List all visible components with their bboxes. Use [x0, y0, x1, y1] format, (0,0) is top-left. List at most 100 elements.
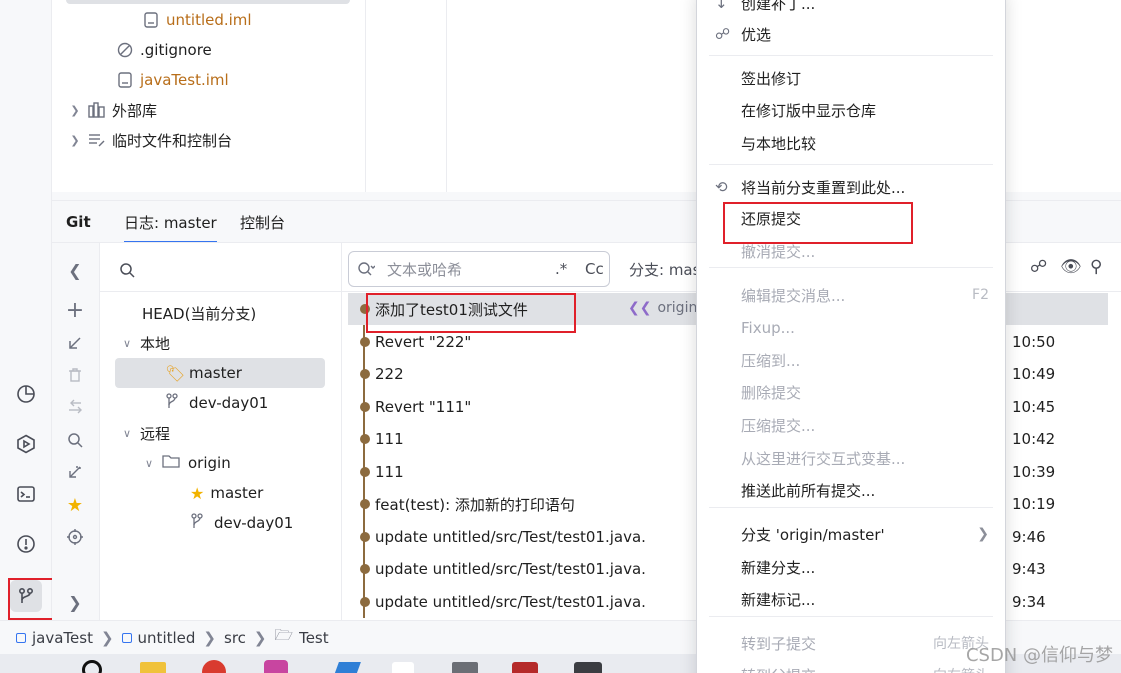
module-icon: [121, 632, 132, 643]
checkout-arrow-icon[interactable]: [64, 332, 86, 354]
tree-item-external-libraries[interactable]: ❯ 外部库: [68, 95, 157, 125]
current-branch-tag-icon: 🏷: [165, 363, 186, 383]
menu-item[interactable]: ☍ 优选: [709, 19, 993, 49]
chevron-right-icon[interactable]: ❯: [68, 134, 82, 147]
menu-item-label: 转到子提交: [741, 634, 817, 653]
match-case-toggle[interactable]: Cc: [585, 260, 604, 278]
search-icon[interactable]: [64, 429, 86, 451]
favorite-star-icon[interactable]: ★: [64, 494, 86, 516]
git-action-toolbar: ❮ + ★ ❯: [52, 243, 100, 621]
breadcrumb-item[interactable]: src: [224, 629, 246, 647]
chevron-down-icon[interactable]: ∨: [120, 337, 134, 350]
taskbar-app-icon[interactable]: [333, 662, 361, 673]
menu-item: Fixup...: [709, 313, 993, 343]
tree-item-gitignore[interactable]: .gitignore: [116, 35, 212, 65]
commit-node-icon: [360, 336, 370, 347]
folder-app-icon[interactable]: [140, 662, 166, 673]
branch-label: dev-day01: [214, 514, 294, 532]
expand-right-icon[interactable]: ❯: [64, 591, 86, 613]
menu-item[interactable]: 新建分支...: [709, 552, 993, 582]
tab-console[interactable]: 控制台: [240, 201, 285, 243]
commit-search-input[interactable]: 文本或哈希 .* Cc: [348, 251, 610, 287]
menu-item-shortcut: F2: [972, 287, 989, 303]
menu-item[interactable]: 分支 'origin/master' ❯: [709, 519, 993, 549]
branch-search-icon[interactable]: [116, 259, 138, 281]
commit-time: 10:49: [1012, 365, 1056, 383]
branch-filter-dropdown[interactable]: 分支: mas: [629, 259, 700, 280]
menu-separator: [709, 616, 993, 617]
taskbar-app-icon[interactable]: [392, 662, 414, 673]
chevron-right-icon: ❯: [203, 628, 216, 647]
collapse-left-icon[interactable]: ❮: [64, 259, 86, 281]
tree-item-label: .gitignore: [140, 41, 212, 59]
branch-label: master: [210, 484, 264, 502]
branch-group-remote[interactable]: ∨ 远程: [120, 418, 170, 448]
tab-log-master[interactable]: 日志: master: [124, 201, 217, 243]
taskbar-app-icon[interactable]: [82, 660, 102, 673]
commit-node-icon: [360, 369, 370, 379]
breadcrumb-item[interactable]: Test: [299, 629, 329, 647]
services-run-icon[interactable]: [10, 428, 42, 460]
submenu-chevron-icon: ❯: [977, 526, 989, 542]
branch-remote-dev-day01[interactable]: dev-day01: [190, 508, 293, 538]
tree-item-untitled-iml[interactable]: untitled.iml: [142, 5, 252, 35]
tree-item-label: 外部库: [112, 101, 158, 120]
terminal-icon[interactable]: [10, 478, 42, 510]
folder-icon: [162, 454, 182, 472]
branch-local-master[interactable]: 🏷 master: [115, 358, 325, 388]
cherry-pick-icon[interactable]: ☍: [1030, 257, 1047, 277]
favorite-star-icon: ★: [190, 483, 205, 503]
branch-icon: [190, 513, 208, 533]
chevron-down-icon[interactable]: ∨: [120, 427, 134, 440]
breadcrumb-item[interactable]: javaTest: [32, 629, 93, 647]
add-icon[interactable]: +: [64, 298, 86, 323]
commit-context-menu: ↧ 创建补丁... ☍ 优选签出修订 在修订版中显示仓库与本地比较 ⟲ 将当前分支重置到此处…: [696, 0, 1006, 673]
branch-local-dev-day01[interactable]: dev-day01: [165, 388, 268, 418]
tree-item-label: javaTest.iml: [140, 71, 229, 89]
commit-time: 10:50: [1012, 332, 1056, 351]
create-patch-icon: ↧: [715, 0, 728, 12]
regex-toggle[interactable]: .*: [555, 260, 567, 278]
browser-app-icon[interactable]: [202, 660, 226, 673]
reset-undo-icon: ⟲: [715, 178, 728, 196]
chevron-right-icon[interactable]: ❯: [68, 104, 82, 117]
menu-item[interactable]: 与本地比较: [709, 128, 993, 158]
branch-head[interactable]: HEAD(当前分支): [142, 298, 256, 328]
tree-item-javatest-iml[interactable]: javaTest.iml: [116, 65, 229, 95]
commit-node-icon: [360, 401, 370, 412]
menu-item-label: 分支 'origin/master': [741, 525, 885, 544]
locate-icon[interactable]: [64, 526, 86, 548]
eye-icon[interactable]: 👁: [1060, 257, 1082, 277]
remote-origin-folder[interactable]: ∨ origin: [142, 448, 231, 478]
ide-app-icon[interactable]: [264, 660, 288, 673]
problems-icon[interactable]: [10, 528, 42, 560]
delete-icon[interactable]: [64, 364, 86, 386]
taskbar-app-icon[interactable]: [574, 662, 602, 673]
menu-item[interactable]: 推送此前所有提交...: [709, 475, 993, 505]
search-icon[interactable]: ⚲: [1090, 257, 1102, 277]
tree-item-scratches[interactable]: ❯ 临时文件和控制台: [68, 125, 232, 155]
search-placeholder: 文本或哈希: [387, 260, 463, 279]
folder-label: origin: [188, 454, 231, 472]
taskbar-app-icon[interactable]: [452, 662, 478, 673]
chevron-down-icon[interactable]: ∨: [142, 457, 156, 470]
breadcrumb-item[interactable]: untitled: [138, 629, 196, 647]
profiler-pie-icon[interactable]: [10, 378, 42, 410]
branch-remote-master[interactable]: ★ master: [190, 478, 263, 508]
commit-message: 111: [375, 430, 404, 448]
menu-item[interactable]: 签出修订: [709, 63, 993, 93]
commit-message: 111: [375, 462, 404, 481]
commit-time: 10:19: [1012, 495, 1056, 513]
taskbar-app-icon[interactable]: [512, 662, 538, 673]
menu-item[interactable]: ↧ 创建补丁...: [709, 0, 993, 18]
branch-group-local[interactable]: ∨ 本地: [120, 328, 170, 358]
menu-item[interactable]: 在修订版中显示仓库: [709, 95, 993, 125]
update-arrow-icon[interactable]: [64, 461, 86, 483]
chevron-right-icon: ❯: [253, 628, 267, 647]
menu-item[interactable]: 新建标记...: [709, 584, 993, 614]
compare-icon[interactable]: [64, 396, 86, 418]
menu-item-label: 与本地比较: [741, 134, 817, 153]
branch-label: master: [189, 364, 242, 382]
highlight-box-revert: [723, 202, 913, 244]
menu-item[interactable]: ⟲ 将当前分支重置到此处...: [709, 172, 993, 202]
